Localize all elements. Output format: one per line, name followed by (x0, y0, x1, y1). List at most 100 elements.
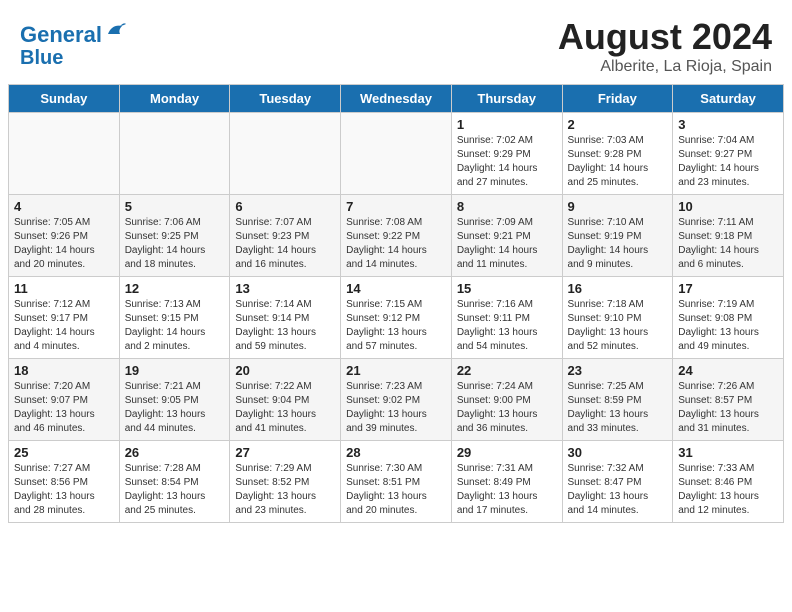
day-number: 6 (235, 199, 335, 214)
day-detail: Sunrise: 7:06 AM Sunset: 9:25 PM Dayligh… (125, 216, 225, 272)
day-detail: Sunrise: 7:22 AM Sunset: 9:04 PM Dayligh… (235, 380, 335, 436)
day-detail: Sunrise: 7:15 AM Sunset: 9:12 PM Dayligh… (346, 298, 446, 354)
calendar-cell: 26Sunrise: 7:28 AM Sunset: 8:54 PM Dayli… (119, 441, 230, 523)
calendar-cell: 17 Sunrise: 7:19 AM Sunset: 9:08 PM Dayli… (673, 277, 784, 359)
day-number: 26 (125, 445, 225, 460)
weekday-header: Saturday (673, 85, 784, 113)
calendar-cell: 7Sunrise: 7:08 AM Sunset: 9:22 PM Daylig… (341, 195, 452, 277)
calendar-cell: 2 Sunrise: 7:03 AM Sunset: 9:28 PM Daylig… (562, 113, 673, 195)
day-detail: Sunrise: 7:21 AM Sunset: 9:05 PM Dayligh… (125, 380, 225, 436)
week-row: 11Sunrise: 7:12 AM Sunset: 9:17 PM Dayli… (9, 277, 784, 359)
calendar-cell (119, 113, 230, 195)
calendar-cell: 16 Sunrise: 7:18 AM Sunset: 9:10 PM Dayli… (562, 277, 673, 359)
calendar-wrapper: SundayMondayTuesdayWednesdayThursdayFrid… (0, 84, 792, 531)
calendar-cell: 31 Sunrise: 7:33 AM Sunset: 8:46 PM Dayli… (673, 441, 784, 523)
calendar-cell: 13 Sunrise: 7:14 AM Sunset: 9:14 PM Dayli… (230, 277, 341, 359)
day-detail: Sunrise: 7:13 AM Sunset: 9:15 PM Dayligh… (125, 298, 225, 354)
day-detail: Sunrise: 7:14 AM Sunset: 9:14 PM Dayligh… (235, 298, 335, 354)
day-number: 20 (235, 363, 335, 378)
day-number: 22 (457, 363, 557, 378)
day-detail: Sunrise: 7:27 AM Sunset: 8:56 PM Dayligh… (14, 462, 114, 518)
calendar-cell (341, 113, 452, 195)
logo-bird-icon (104, 20, 126, 42)
day-detail: Sunrise: 7:33 AM Sunset: 8:46 PM Dayligh… (678, 462, 778, 518)
day-detail: Sunrise: 7:25 AM Sunset: 8:59 PM Dayligh… (568, 380, 668, 436)
day-number: 4 (14, 199, 114, 214)
day-number: 13 (235, 281, 335, 296)
calendar-cell: 30Sunrise: 7:32 AM Sunset: 8:47 PM Dayli… (562, 441, 673, 523)
day-number: 2 (568, 117, 668, 132)
calendar-cell: 3 Sunrise: 7:04 AM Sunset: 9:27 PM Daylig… (673, 113, 784, 195)
calendar-cell: 11Sunrise: 7:12 AM Sunset: 9:17 PM Dayli… (9, 277, 120, 359)
calendar-cell: 5 Sunrise: 7:06 AM Sunset: 9:25 PM Daylig… (119, 195, 230, 277)
logo-blue: Blue (20, 47, 63, 69)
calendar-cell: 8 Sunrise: 7:09 AM Sunset: 9:21 PM Daylig… (451, 195, 562, 277)
day-detail: Sunrise: 7:10 AM Sunset: 9:19 PM Dayligh… (568, 216, 668, 272)
day-detail: Sunrise: 7:29 AM Sunset: 8:52 PM Dayligh… (235, 462, 335, 518)
calendar-cell: 10 Sunrise: 7:11 AM Sunset: 9:18 PM Dayli… (673, 195, 784, 277)
calendar-cell: 29Sunrise: 7:31 AM Sunset: 8:49 PM Dayli… (451, 441, 562, 523)
day-number: 18 (14, 363, 114, 378)
calendar-cell: 22 Sunrise: 7:24 AM Sunset: 9:00 PM Dayli… (451, 359, 562, 441)
weekday-header: Sunday (9, 85, 120, 113)
week-row: 1Sunrise: 7:02 AM Sunset: 9:29 PM Daylig… (9, 113, 784, 195)
day-number: 10 (678, 199, 778, 214)
calendar-cell: 20 Sunrise: 7:22 AM Sunset: 9:04 PM Dayli… (230, 359, 341, 441)
day-detail: Sunrise: 7:11 AM Sunset: 9:18 PM Dayligh… (678, 216, 778, 272)
day-detail: Sunrise: 7:18 AM Sunset: 9:10 PM Dayligh… (568, 298, 668, 354)
calendar-header: SundayMondayTuesdayWednesdayThursdayFrid… (9, 85, 784, 113)
day-detail: Sunrise: 7:05 AM Sunset: 9:26 PM Dayligh… (14, 216, 114, 272)
calendar-cell: 23Sunrise: 7:25 AM Sunset: 8:59 PM Dayli… (562, 359, 673, 441)
calendar-cell: 15Sunrise: 7:16 AM Sunset: 9:11 PM Dayli… (451, 277, 562, 359)
calendar-cell: 9 Sunrise: 7:10 AM Sunset: 9:19 PM Daylig… (562, 195, 673, 277)
calendar-subtitle: Alberite, La Rioja, Spain (558, 58, 772, 76)
day-detail: Sunrise: 7:07 AM Sunset: 9:23 PM Dayligh… (235, 216, 335, 272)
day-number: 16 (568, 281, 668, 296)
calendar-cell: 19Sunrise: 7:21 AM Sunset: 9:05 PM Dayli… (119, 359, 230, 441)
day-number: 31 (678, 445, 778, 460)
calendar-cell: 6 Sunrise: 7:07 AM Sunset: 9:23 PM Daylig… (230, 195, 341, 277)
calendar-cell (9, 113, 120, 195)
calendar-cell: 25Sunrise: 7:27 AM Sunset: 8:56 PM Dayli… (9, 441, 120, 523)
day-number: 12 (125, 281, 225, 296)
calendar-cell: 18 Sunrise: 7:20 AM Sunset: 9:07 PM Dayli… (9, 359, 120, 441)
calendar-cell: 27 Sunrise: 7:29 AM Sunset: 8:52 PM Dayli… (230, 441, 341, 523)
day-number: 24 (678, 363, 778, 378)
day-detail: Sunrise: 7:08 AM Sunset: 9:22 PM Dayligh… (346, 216, 446, 272)
calendar-table: SundayMondayTuesdayWednesdayThursdayFrid… (8, 84, 784, 523)
logo-general: General (20, 23, 102, 47)
day-detail: Sunrise: 7:30 AM Sunset: 8:51 PM Dayligh… (346, 462, 446, 518)
calendar-cell: 21Sunrise: 7:23 AM Sunset: 9:02 PM Dayli… (341, 359, 452, 441)
weekday-row: SundayMondayTuesdayWednesdayThursdayFrid… (9, 85, 784, 113)
day-number: 17 (678, 281, 778, 296)
day-detail: Sunrise: 7:26 AM Sunset: 8:57 PM Dayligh… (678, 380, 778, 436)
title-block: August 2024 Alberite, La Rioja, Spain (558, 16, 772, 76)
day-number: 30 (568, 445, 668, 460)
day-number: 8 (457, 199, 557, 214)
day-number: 27 (235, 445, 335, 460)
calendar-cell: 24 Sunrise: 7:26 AM Sunset: 8:57 PM Dayli… (673, 359, 784, 441)
day-detail: Sunrise: 7:02 AM Sunset: 9:29 PM Dayligh… (457, 134, 557, 190)
day-detail: Sunrise: 7:20 AM Sunset: 9:07 PM Dayligh… (14, 380, 114, 436)
weekday-header: Friday (562, 85, 673, 113)
day-number: 14 (346, 281, 446, 296)
day-number: 5 (125, 199, 225, 214)
weekday-header: Monday (119, 85, 230, 113)
calendar-cell: 12 Sunrise: 7:13 AM Sunset: 9:15 PM Dayli… (119, 277, 230, 359)
calendar-cell: 14 Sunrise: 7:15 AM Sunset: 9:12 PM Dayli… (341, 277, 452, 359)
day-detail: Sunrise: 7:19 AM Sunset: 9:08 PM Dayligh… (678, 298, 778, 354)
day-detail: Sunrise: 7:24 AM Sunset: 9:00 PM Dayligh… (457, 380, 557, 436)
day-number: 11 (14, 281, 114, 296)
day-number: 29 (457, 445, 557, 460)
day-number: 3 (678, 117, 778, 132)
day-number: 9 (568, 199, 668, 214)
day-detail: Sunrise: 7:16 AM Sunset: 9:11 PM Dayligh… (457, 298, 557, 354)
day-number: 21 (346, 363, 446, 378)
day-detail: Sunrise: 7:09 AM Sunset: 9:21 PM Dayligh… (457, 216, 557, 272)
day-detail: Sunrise: 7:04 AM Sunset: 9:27 PM Dayligh… (678, 134, 778, 190)
calendar-cell: 1Sunrise: 7:02 AM Sunset: 9:29 PM Daylig… (451, 113, 562, 195)
day-detail: Sunrise: 7:03 AM Sunset: 9:28 PM Dayligh… (568, 134, 668, 190)
weekday-header: Tuesday (230, 85, 341, 113)
week-row: 4 Sunrise: 7:05 AM Sunset: 9:26 PM Daylig… (9, 195, 784, 277)
logo: General Blue (20, 23, 126, 69)
